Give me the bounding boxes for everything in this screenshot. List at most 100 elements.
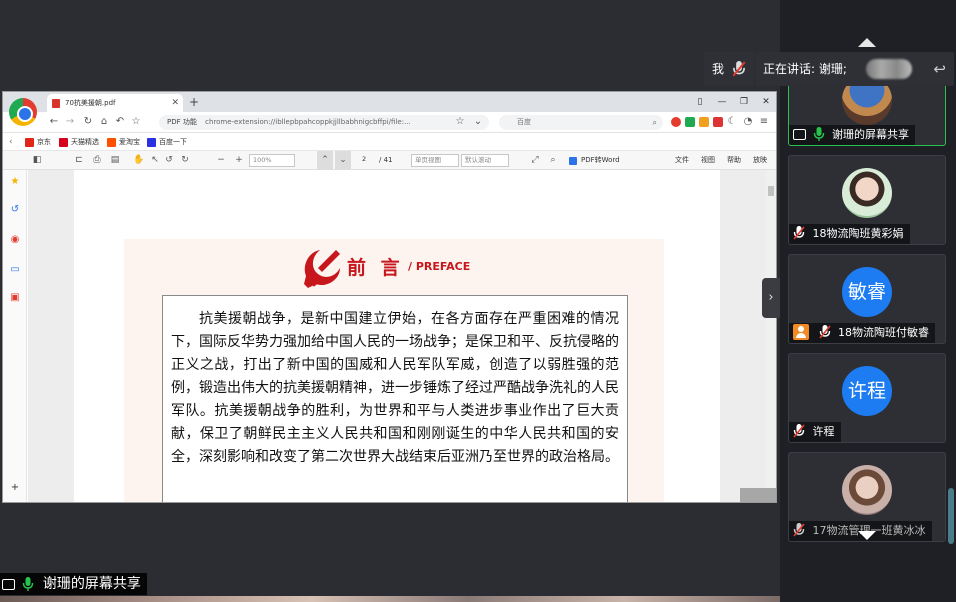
zoom-in-icon[interactable]: + [233, 151, 245, 170]
pdf-viewport[interactable]: 前 言 / PREFACE 抗美援朝战争，是新中国建立伊始，在各方面存在严重困难… [28, 170, 766, 502]
mic-icon [23, 577, 34, 591]
pdf-scroll-thumb[interactable] [768, 186, 774, 196]
extension-box-icon[interactable] [699, 117, 709, 127]
rotate-left-icon[interactable]: ↺ [163, 151, 175, 170]
scroll-mode-select[interactable]: 默认滚动 [461, 154, 509, 167]
participant-namebar: 许程 [789, 422, 841, 442]
screen-share-label: 谢珊的屏幕共享 [0, 573, 147, 595]
scroll-up-arrow-icon[interactable] [858, 38, 876, 47]
bookmark-tmall[interactable]: 天猫精选 [59, 133, 99, 151]
bookmark-jd[interactable]: 京东 [25, 133, 51, 151]
save-icon[interactable]: ▤ [109, 151, 121, 170]
close-window-icon[interactable]: ✕ [759, 95, 773, 109]
bookmark-aitaobao[interactable]: 爱淘宝 [107, 133, 140, 151]
weibo-icon[interactable]: ◉ [9, 234, 21, 246]
preface-textbox: 抗美援朝战争，是新中国建立伊始，在各方面存在严重困难的情况下，国际反华势力强加给… [162, 295, 628, 502]
profile-icon[interactable]: ▯ [693, 95, 707, 109]
mic-muted-icon [793, 523, 805, 537]
tab-close-icon[interactable]: ✕ [171, 94, 179, 112]
party-emblem-icon [304, 250, 340, 288]
home-icon[interactable]: ⌂ [97, 115, 111, 129]
speaking-label: 正在讲话: 谢珊; [763, 62, 847, 76]
extension-grid-icon[interactable] [685, 117, 695, 127]
view-mode-select[interactable]: 单页视图 [411, 154, 459, 167]
participant-namebar: 18物流陶班黄彩娟 [789, 224, 910, 244]
sidebar-panel-icon[interactable]: ◧ [31, 151, 43, 170]
extension-game-icon[interactable] [671, 117, 681, 127]
star-icon[interactable]: ☆ [129, 115, 143, 129]
avatar [842, 465, 892, 515]
search-icon[interactable]: ⌕ [653, 115, 657, 130]
minimize-icon[interactable]: — [715, 95, 729, 109]
menu-icon[interactable]: ≡ [757, 115, 771, 129]
screen-share-icon [793, 129, 806, 140]
browser-logo-icon [9, 98, 37, 126]
bookmark-star-icon[interactable]: ☆ [453, 115, 467, 129]
print-icon[interactable]: ⎙ [91, 151, 103, 170]
reply-icon[interactable]: ↩ [933, 52, 946, 86]
camera-strip [0, 596, 780, 602]
collapse-panel-button[interactable]: › [762, 278, 780, 318]
bookmarks-bar: ‹ 京东 天猫精选 爱淘宝 百度一下 [3, 133, 776, 151]
menu-help[interactable]: 帮助 [727, 151, 741, 170]
participant-tile[interactable]: 17物流管理一班黄冰冰 [788, 452, 946, 542]
scroll-down-arrow-icon[interactable] [858, 531, 876, 540]
participant-namebar: 谢珊的屏幕共享 [789, 125, 915, 145]
address-bar[interactable]: PDF 功能 chrome-extension://ibllepbpahcopp… [159, 115, 489, 130]
search-box[interactable]: 百度 ⌕ [499, 115, 663, 130]
maximize-icon[interactable]: ❐ [737, 95, 751, 109]
sidebar-toggle-icon[interactable]: ‹ [9, 133, 13, 151]
bookmark-baidu[interactable]: 百度一下 [147, 133, 187, 151]
pdf-scrollbar[interactable] [766, 170, 776, 502]
account-icon[interactable]: ◔ [741, 115, 755, 129]
zoom-select[interactable]: 100% [249, 154, 295, 167]
address-url: chrome-extension://ibllepbpahcoppkjjllba… [205, 118, 411, 126]
pdf-toolbar: ◧ ⊏ ⎙ ▤ ✋ ↖ ↺ ↻ − + 100% ⌃ ⌄ 2 / 41 单页视图… [3, 151, 776, 170]
reload-icon[interactable]: ↻ [81, 115, 95, 129]
next-page-icon[interactable]: ⌄ [335, 151, 351, 170]
rotate-right-icon[interactable]: ↻ [179, 151, 191, 170]
mic-muted-icon[interactable] [732, 61, 746, 77]
window-icon[interactable]: ▭ [9, 264, 21, 276]
mic-muted-icon [818, 325, 831, 339]
self-indicator[interactable]: 我 [704, 52, 754, 86]
preface-paragraph: 抗美援朝战争，是新中国建立伊始，在各方面存在严重困难的情况下，国际反华势力强加给… [171, 311, 619, 465]
find-icon[interactable]: ⌕ [547, 151, 559, 170]
menu-file[interactable]: 文件 [675, 151, 689, 170]
extension-red-icon[interactable] [713, 117, 723, 127]
favorites-star-icon[interactable]: ★ [9, 176, 21, 188]
app-red-icon[interactable]: ▣ [9, 292, 21, 304]
prev-page-icon[interactable]: ⌃ [317, 151, 333, 170]
mic-muted-icon [793, 424, 805, 438]
dropdown-chevron-icon[interactable]: ⌄ [471, 115, 485, 129]
night-mode-icon[interactable]: ☾ [725, 115, 739, 129]
scroll-corner [740, 488, 776, 502]
select-tool-icon[interactable]: ↖ [149, 151, 161, 170]
page-total: / 41 [379, 156, 393, 164]
back-icon[interactable]: ← [47, 115, 61, 129]
hand-tool-icon[interactable]: ✋ [133, 151, 145, 170]
participant-tile[interactable]: 18物流陶班黄彩娟 [788, 155, 946, 245]
fullscreen-icon[interactable]: ⤢ [529, 151, 541, 170]
pdf-to-word-button[interactable]: PDF转Word [569, 151, 620, 170]
panel-scrollbar[interactable] [948, 488, 954, 544]
menu-slideshow[interactable]: 放映 [753, 151, 767, 170]
zoom-out-icon[interactable]: − [215, 151, 227, 170]
blurred-avatar [866, 59, 912, 79]
menu-view[interactable]: 视图 [701, 151, 715, 170]
mic-icon [813, 127, 824, 141]
tab-pdf[interactable]: 70抗美援朝.pdf ✕ [47, 94, 183, 112]
new-tab-icon[interactable]: + [189, 94, 199, 110]
page-number-input[interactable]: 2 [359, 154, 375, 167]
word-icon [569, 157, 577, 165]
self-label: 我 [712, 62, 725, 76]
speaking-indicator: 正在讲话: 谢珊; ↩ [756, 52, 954, 86]
participant-tile[interactable]: 敏睿 18物流陶班付敏睿 [788, 254, 946, 344]
avatar [842, 168, 892, 218]
open-folder-icon[interactable]: ⊏ [73, 151, 85, 170]
add-sidebar-icon[interactable]: + [9, 482, 21, 494]
participant-tile[interactable]: 许程 许程 [788, 353, 946, 443]
forward-icon[interactable]: → [63, 115, 77, 129]
history-icon[interactable]: ↺ [9, 204, 21, 216]
undo-icon[interactable]: ↶ [113, 115, 127, 129]
